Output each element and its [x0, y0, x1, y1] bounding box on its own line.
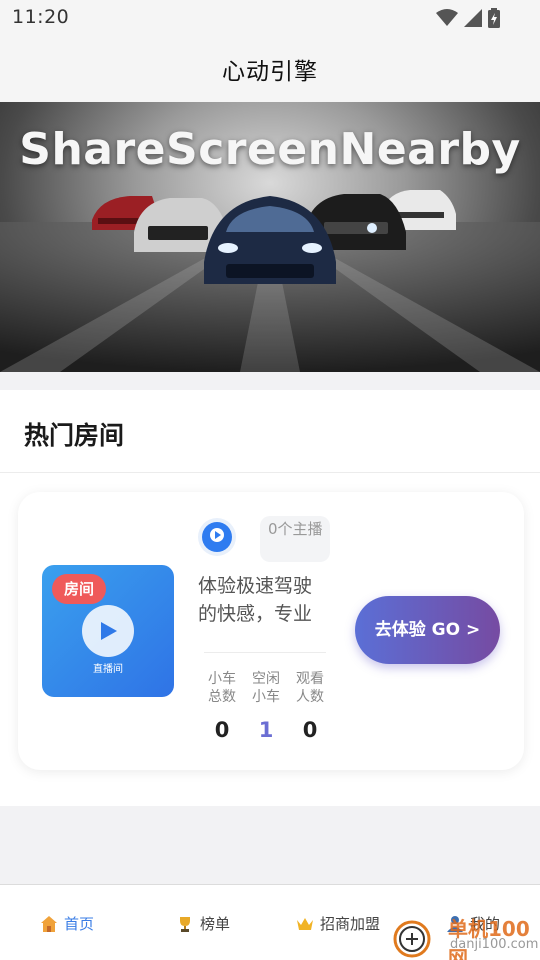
tab-ranking[interactable]: 榜单	[176, 913, 230, 934]
stat-idle-cars: 空闲小车 1	[248, 670, 284, 742]
stat-value: 1	[258, 718, 274, 742]
banner-title: ShareScreenNearby	[19, 124, 521, 175]
status-icons	[436, 8, 500, 28]
crown-icon	[297, 917, 313, 930]
thumbnail-label: 直播间	[93, 664, 123, 675]
tab-franchise[interactable]: 招商加盟	[296, 913, 380, 934]
stat-label: 空闲小车	[252, 671, 280, 705]
title-bar: 心动引擎	[0, 36, 540, 102]
stat-label: 小车总数	[208, 671, 236, 705]
cellular-signal-icon	[464, 9, 482, 27]
go-experience-button[interactable]: 去体验 GO >	[355, 596, 500, 664]
host-count-badge: 0个主播	[260, 516, 330, 562]
divider	[204, 652, 326, 653]
banner-image[interactable]: ShareScreenNearby	[0, 102, 540, 372]
hot-rooms-section: 热门房间 房间 直播间 0个主播 体验极速驾驶的快感，专业 小车总数 0 空闲小…	[0, 390, 540, 806]
stat-value: 0	[214, 718, 230, 742]
watermark-url: danji100.com	[450, 937, 539, 952]
stat-viewers: 观看人数 0	[292, 670, 328, 742]
section-title: 热门房间	[24, 421, 125, 450]
room-description: 体验极速驾驶的快感，专业	[198, 575, 313, 625]
stat-label: 观看人数	[296, 671, 324, 705]
room-thumbnail[interactable]: 房间 直播间	[42, 565, 174, 697]
divider	[0, 472, 540, 473]
play-icon[interactable]	[82, 605, 134, 657]
wifi-icon	[436, 9, 458, 26]
status-time: 11:20	[12, 6, 70, 28]
bottom-tab-bar: 首页 榜单 招商加盟 我的 单机100网 danji100.com	[0, 884, 540, 960]
stat-total-cars: 小车总数 0	[204, 670, 240, 742]
tab-label: 招商加盟	[320, 915, 381, 933]
tab-label: 榜单	[200, 915, 231, 933]
room-tag: 房间	[52, 574, 106, 604]
avatar	[202, 522, 232, 552]
watermark-logo-icon	[393, 920, 431, 958]
tab-label: 首页	[64, 915, 95, 933]
battery-icon	[488, 8, 500, 28]
tab-home[interactable]: 首页	[40, 913, 94, 934]
stat-value: 0	[302, 718, 318, 742]
status-bar: 11:20	[0, 0, 540, 36]
page-title: 心动引擎	[222, 59, 318, 85]
watermark: 单机100网 danji100.com	[390, 913, 540, 960]
room-stats: 小车总数 0 空闲小车 1 观看人数 0	[204, 670, 328, 742]
home-icon	[41, 915, 57, 932]
room-card[interactable]: 房间 直播间 0个主播 体验极速驾驶的快感，专业 小车总数 0 空闲小车 1 观…	[18, 492, 524, 770]
trophy-icon	[180, 916, 190, 932]
